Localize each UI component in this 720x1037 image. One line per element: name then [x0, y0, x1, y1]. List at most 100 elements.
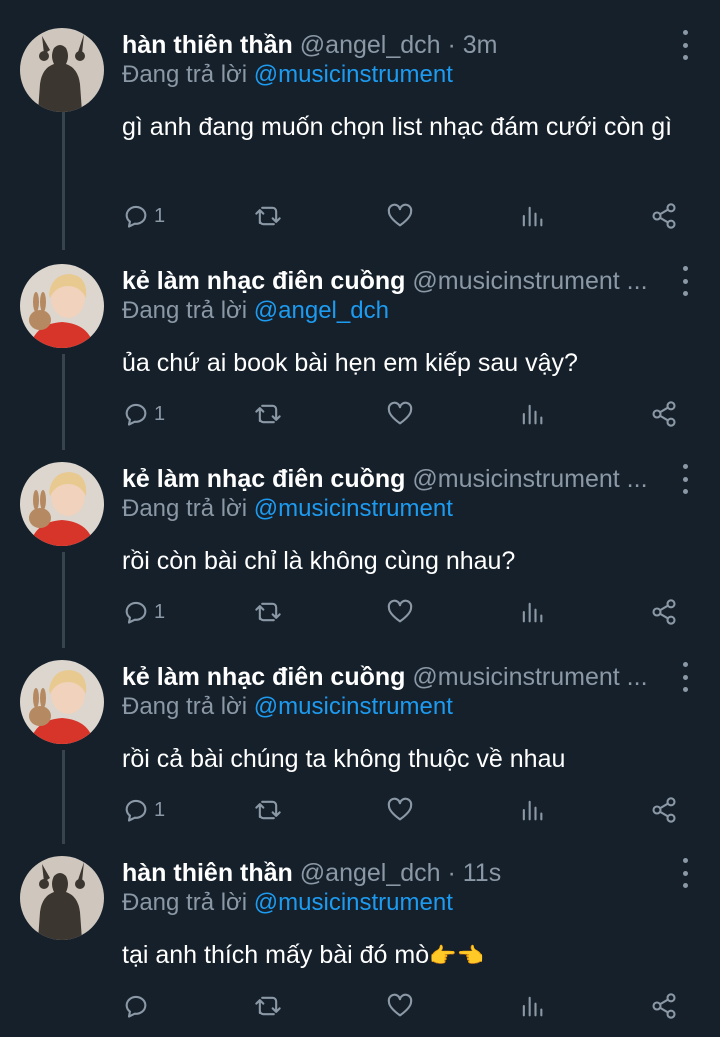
- reply-button[interactable]: [122, 990, 154, 1022]
- silhouette-avatar-image: [20, 28, 104, 112]
- replying-to-mention[interactable]: @musicinstrument: [254, 61, 453, 88]
- silhouette-avatar-image: [20, 856, 104, 940]
- analytics-button[interactable]: [518, 596, 546, 628]
- heart-icon: [387, 599, 413, 623]
- avatar[interactable]: [20, 28, 104, 112]
- analytics-button[interactable]: [518, 398, 546, 430]
- share-button[interactable]: [650, 990, 678, 1022]
- share-button[interactable]: [650, 794, 678, 826]
- tweet[interactable]: kẻ làm nhạc điên cuồng @musicinstrument …: [0, 264, 720, 454]
- reply-button[interactable]: 1: [122, 596, 165, 628]
- tweet[interactable]: hàn thiên thần @angel_dch · 11s Đang trả…: [0, 856, 720, 1036]
- tweet-text: rồi còn bài chỉ là không cùng nhau?: [122, 547, 516, 575]
- more-options-icon[interactable]: [680, 266, 690, 296]
- tweet-actions: 1: [122, 794, 690, 826]
- replying-to-label: Đang trả lời: [122, 297, 248, 324]
- retweet-icon: [255, 404, 281, 424]
- reply-button[interactable]: 1: [122, 794, 165, 826]
- heart-icon: [387, 401, 413, 425]
- share-icon: [652, 797, 676, 823]
- replying-to-mention[interactable]: @angel_dch: [254, 297, 389, 324]
- tweet-header: hàn thiên thần @angel_dch · 3m: [122, 28, 660, 62]
- tweet-text-container: tại anh thích mấy bài đó mò👉👈: [122, 936, 690, 975]
- analytics-button[interactable]: [518, 200, 546, 232]
- tweet[interactable]: kẻ làm nhạc điên cuồng @musicinstrument …: [0, 462, 720, 652]
- like-button[interactable]: [386, 794, 414, 826]
- reply-button[interactable]: 1: [122, 398, 165, 430]
- display-name[interactable]: kẻ làm nhạc điên cuồng: [122, 267, 405, 295]
- retweet-button[interactable]: [254, 794, 282, 826]
- reply-icon: [125, 995, 147, 1018]
- reply-count: 1: [154, 204, 166, 227]
- replying-to-mention[interactable]: @musicinstrument: [254, 889, 453, 916]
- tweet-header: kẻ làm nhạc điên cuồng @musicinstrument …: [122, 462, 660, 496]
- share-button[interactable]: [650, 398, 678, 430]
- pointing-fingers-emoji: 👉👈: [429, 943, 484, 968]
- reply-icon: [125, 601, 147, 624]
- tweet-actions: [122, 990, 690, 1022]
- tweet-text: rồi cả bài chúng ta không thuộc về nhau: [122, 745, 566, 773]
- avatar[interactable]: [20, 462, 104, 546]
- display-name[interactable]: hàn thiên thần: [122, 859, 293, 887]
- retweet-icon: [255, 602, 281, 622]
- replying-to-mention[interactable]: @musicinstrument: [254, 495, 453, 522]
- share-icon: [652, 599, 676, 625]
- display-name[interactable]: kẻ làm nhạc điên cuồng: [122, 465, 405, 493]
- handle-and-time[interactable]: @musicinstrument ...: [412, 267, 647, 295]
- replying-to-label: Đang trả lời: [122, 495, 248, 522]
- like-button[interactable]: [386, 990, 414, 1022]
- replying-to-label: Đang trả lời: [122, 889, 248, 916]
- replying-to: Đang trả lời @musicinstrument: [122, 494, 453, 524]
- handle-and-time[interactable]: @angel_dch · 3m: [300, 31, 498, 59]
- reply-count: 1: [154, 600, 166, 623]
- tweet-actions: 1: [122, 398, 690, 430]
- retweet-icon: [255, 800, 281, 820]
- person-with-rabbit-avatar-image: [20, 462, 104, 546]
- like-button[interactable]: [386, 398, 414, 430]
- like-button[interactable]: [386, 596, 414, 628]
- tweet-text: ủa chứ ai book bài hẹn em kiếp sau vậy?: [122, 349, 578, 377]
- display-name[interactable]: hàn thiên thần: [122, 31, 293, 59]
- retweet-button[interactable]: [254, 596, 282, 628]
- analytics-icon: [522, 800, 543, 821]
- display-name[interactable]: kẻ làm nhạc điên cuồng: [122, 663, 405, 691]
- like-button[interactable]: [386, 200, 414, 232]
- analytics-button[interactable]: [518, 794, 546, 826]
- analytics-icon: [522, 996, 543, 1017]
- avatar[interactable]: [20, 660, 104, 744]
- share-icon: [652, 993, 676, 1019]
- tweet-header: kẻ làm nhạc điên cuồng @musicinstrument …: [122, 264, 660, 298]
- tweet-actions: 1: [122, 200, 690, 232]
- retweet-icon: [255, 996, 281, 1016]
- more-options-icon[interactable]: [680, 858, 690, 888]
- more-options-icon[interactable]: [680, 662, 690, 692]
- tweet-header: hàn thiên thần @angel_dch · 11s: [122, 856, 660, 890]
- avatar[interactable]: [20, 264, 104, 348]
- handle-and-time[interactable]: @musicinstrument ...: [412, 663, 647, 691]
- tweet[interactable]: hàn thiên thần @angel_dch · 3m Đang trả …: [0, 28, 720, 238]
- heart-icon: [387, 993, 413, 1017]
- share-button[interactable]: [650, 200, 678, 232]
- more-options-icon[interactable]: [680, 464, 690, 494]
- analytics-button[interactable]: [518, 990, 546, 1022]
- heart-icon: [387, 203, 413, 227]
- retweet-button[interactable]: [254, 200, 282, 232]
- reply-button[interactable]: 1: [122, 200, 165, 232]
- handle-and-time[interactable]: @musicinstrument ...: [412, 465, 647, 493]
- tweet-text: gì anh đang muốn chọn list nhạc đám cưới…: [122, 113, 673, 141]
- more-options-icon[interactable]: [680, 30, 690, 60]
- retweet-button[interactable]: [254, 398, 282, 430]
- replying-to-label: Đang trả lời: [122, 693, 248, 720]
- share-button[interactable]: [650, 596, 678, 628]
- replying-to: Đang trả lời @musicinstrument: [122, 888, 453, 918]
- handle-and-time[interactable]: @angel_dch · 11s: [300, 859, 501, 887]
- retweet-button[interactable]: [254, 990, 282, 1022]
- tweet[interactable]: kẻ làm nhạc điên cuồng @musicinstrument …: [0, 660, 720, 850]
- reply-count: 1: [154, 798, 166, 821]
- reply-icon: [125, 799, 147, 822]
- heart-icon: [387, 797, 413, 821]
- tweet-text: tại anh thích mấy bài đó mò: [122, 941, 430, 969]
- share-icon: [652, 401, 676, 427]
- replying-to-mention[interactable]: @musicinstrument: [254, 693, 453, 720]
- avatar[interactable]: [20, 856, 104, 940]
